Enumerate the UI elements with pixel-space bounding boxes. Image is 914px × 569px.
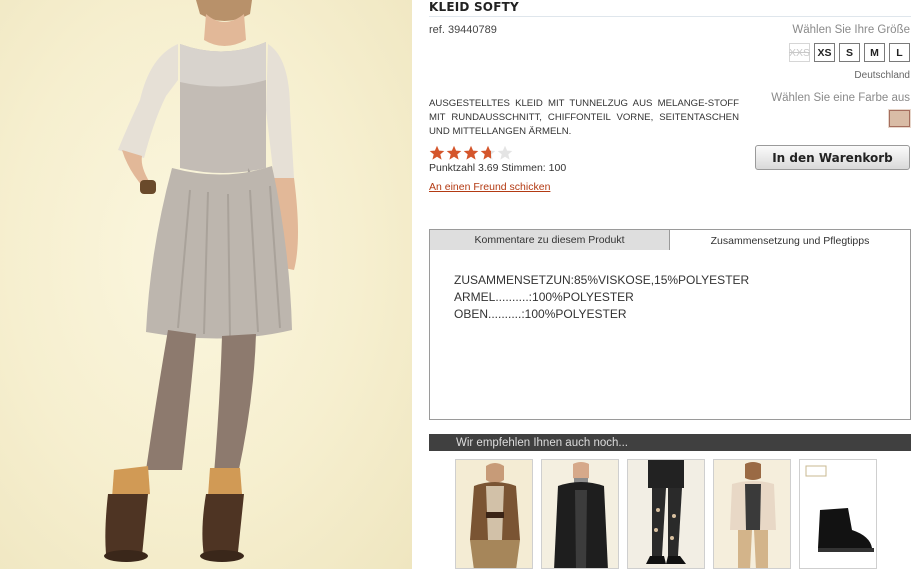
star-icon (497, 145, 513, 160)
black-cardigan-photo (542, 460, 618, 568)
dress-model-photo (104, 0, 298, 562)
tab-comments[interactable]: Kommentare zu diesem Produkt (429, 229, 670, 251)
composition-line: ARMEL..........:100%POLYESTER (454, 290, 634, 304)
product-title: KLEID SOFTY (429, 0, 519, 14)
product-reference: ref. 39440789 (429, 24, 497, 36)
tab-panel-composition: ZUSAMMENSETZUN:85%VISKOSE,15%POLYESTER A… (429, 250, 911, 420)
recommendation-item[interactable] (627, 459, 705, 569)
lace-tights-photo (628, 460, 704, 568)
product-tabs: Kommentare zu diesem Produkt Zusammenset… (429, 229, 911, 251)
product-photo (0, 0, 412, 569)
size-option-m[interactable]: M (864, 43, 885, 62)
composition-line: OBEN..........:100%POLYESTER (454, 307, 627, 321)
star-icon (480, 145, 496, 160)
star-icon (463, 145, 479, 160)
size-selector-label: Wählen Sie Ihre Größe (792, 24, 910, 36)
recommendations-list (455, 459, 877, 569)
size-selector: XXS XS S M L (789, 43, 910, 62)
recommendation-item[interactable] (455, 459, 533, 569)
add-to-cart-button[interactable]: In den Warenkorb (755, 145, 910, 170)
size-option-s[interactable]: S (839, 43, 860, 62)
ankle-boot-photo (800, 460, 876, 568)
send-to-friend-link[interactable]: An einen Freund schicken (429, 181, 550, 193)
size-option-l[interactable]: L (889, 43, 910, 62)
composition-line: ZUSAMMENSETZUN:85%VISKOSE,15%POLYESTER (454, 273, 750, 287)
fur-vest-photo (456, 460, 532, 568)
recommendation-item[interactable] (713, 459, 791, 569)
star-icon (429, 145, 445, 160)
product-description: AUSGESTELLTES KLEID MIT TUNNELZUG AUS ME… (429, 98, 739, 137)
size-option-xs[interactable]: XS (814, 43, 835, 62)
color-selector-label: Wählen Sie eine Farbe aus (771, 92, 910, 104)
star-icon (446, 145, 462, 160)
composition-list: ZUSAMMENSETZUN:85%VISKOSE,15%POLYESTER A… (454, 272, 749, 323)
recommendation-item[interactable] (541, 459, 619, 569)
country-label: Deutschland (854, 70, 910, 81)
size-option-xxs: XXS (789, 43, 810, 62)
tab-composition[interactable]: Zusammensetzung und Pflegtipps (670, 229, 911, 251)
rating-score: Punktzahl 3.69 Stimmen: 100 (429, 162, 567, 174)
beige-cardigan-photo (714, 460, 790, 568)
recommendations-header: Wir empfehlen Ihnen auch noch... (429, 434, 911, 451)
title-divider (429, 16, 911, 17)
recommendation-item[interactable] (799, 459, 877, 569)
color-swatch[interactable] (888, 109, 911, 128)
rating-stars (429, 145, 513, 161)
